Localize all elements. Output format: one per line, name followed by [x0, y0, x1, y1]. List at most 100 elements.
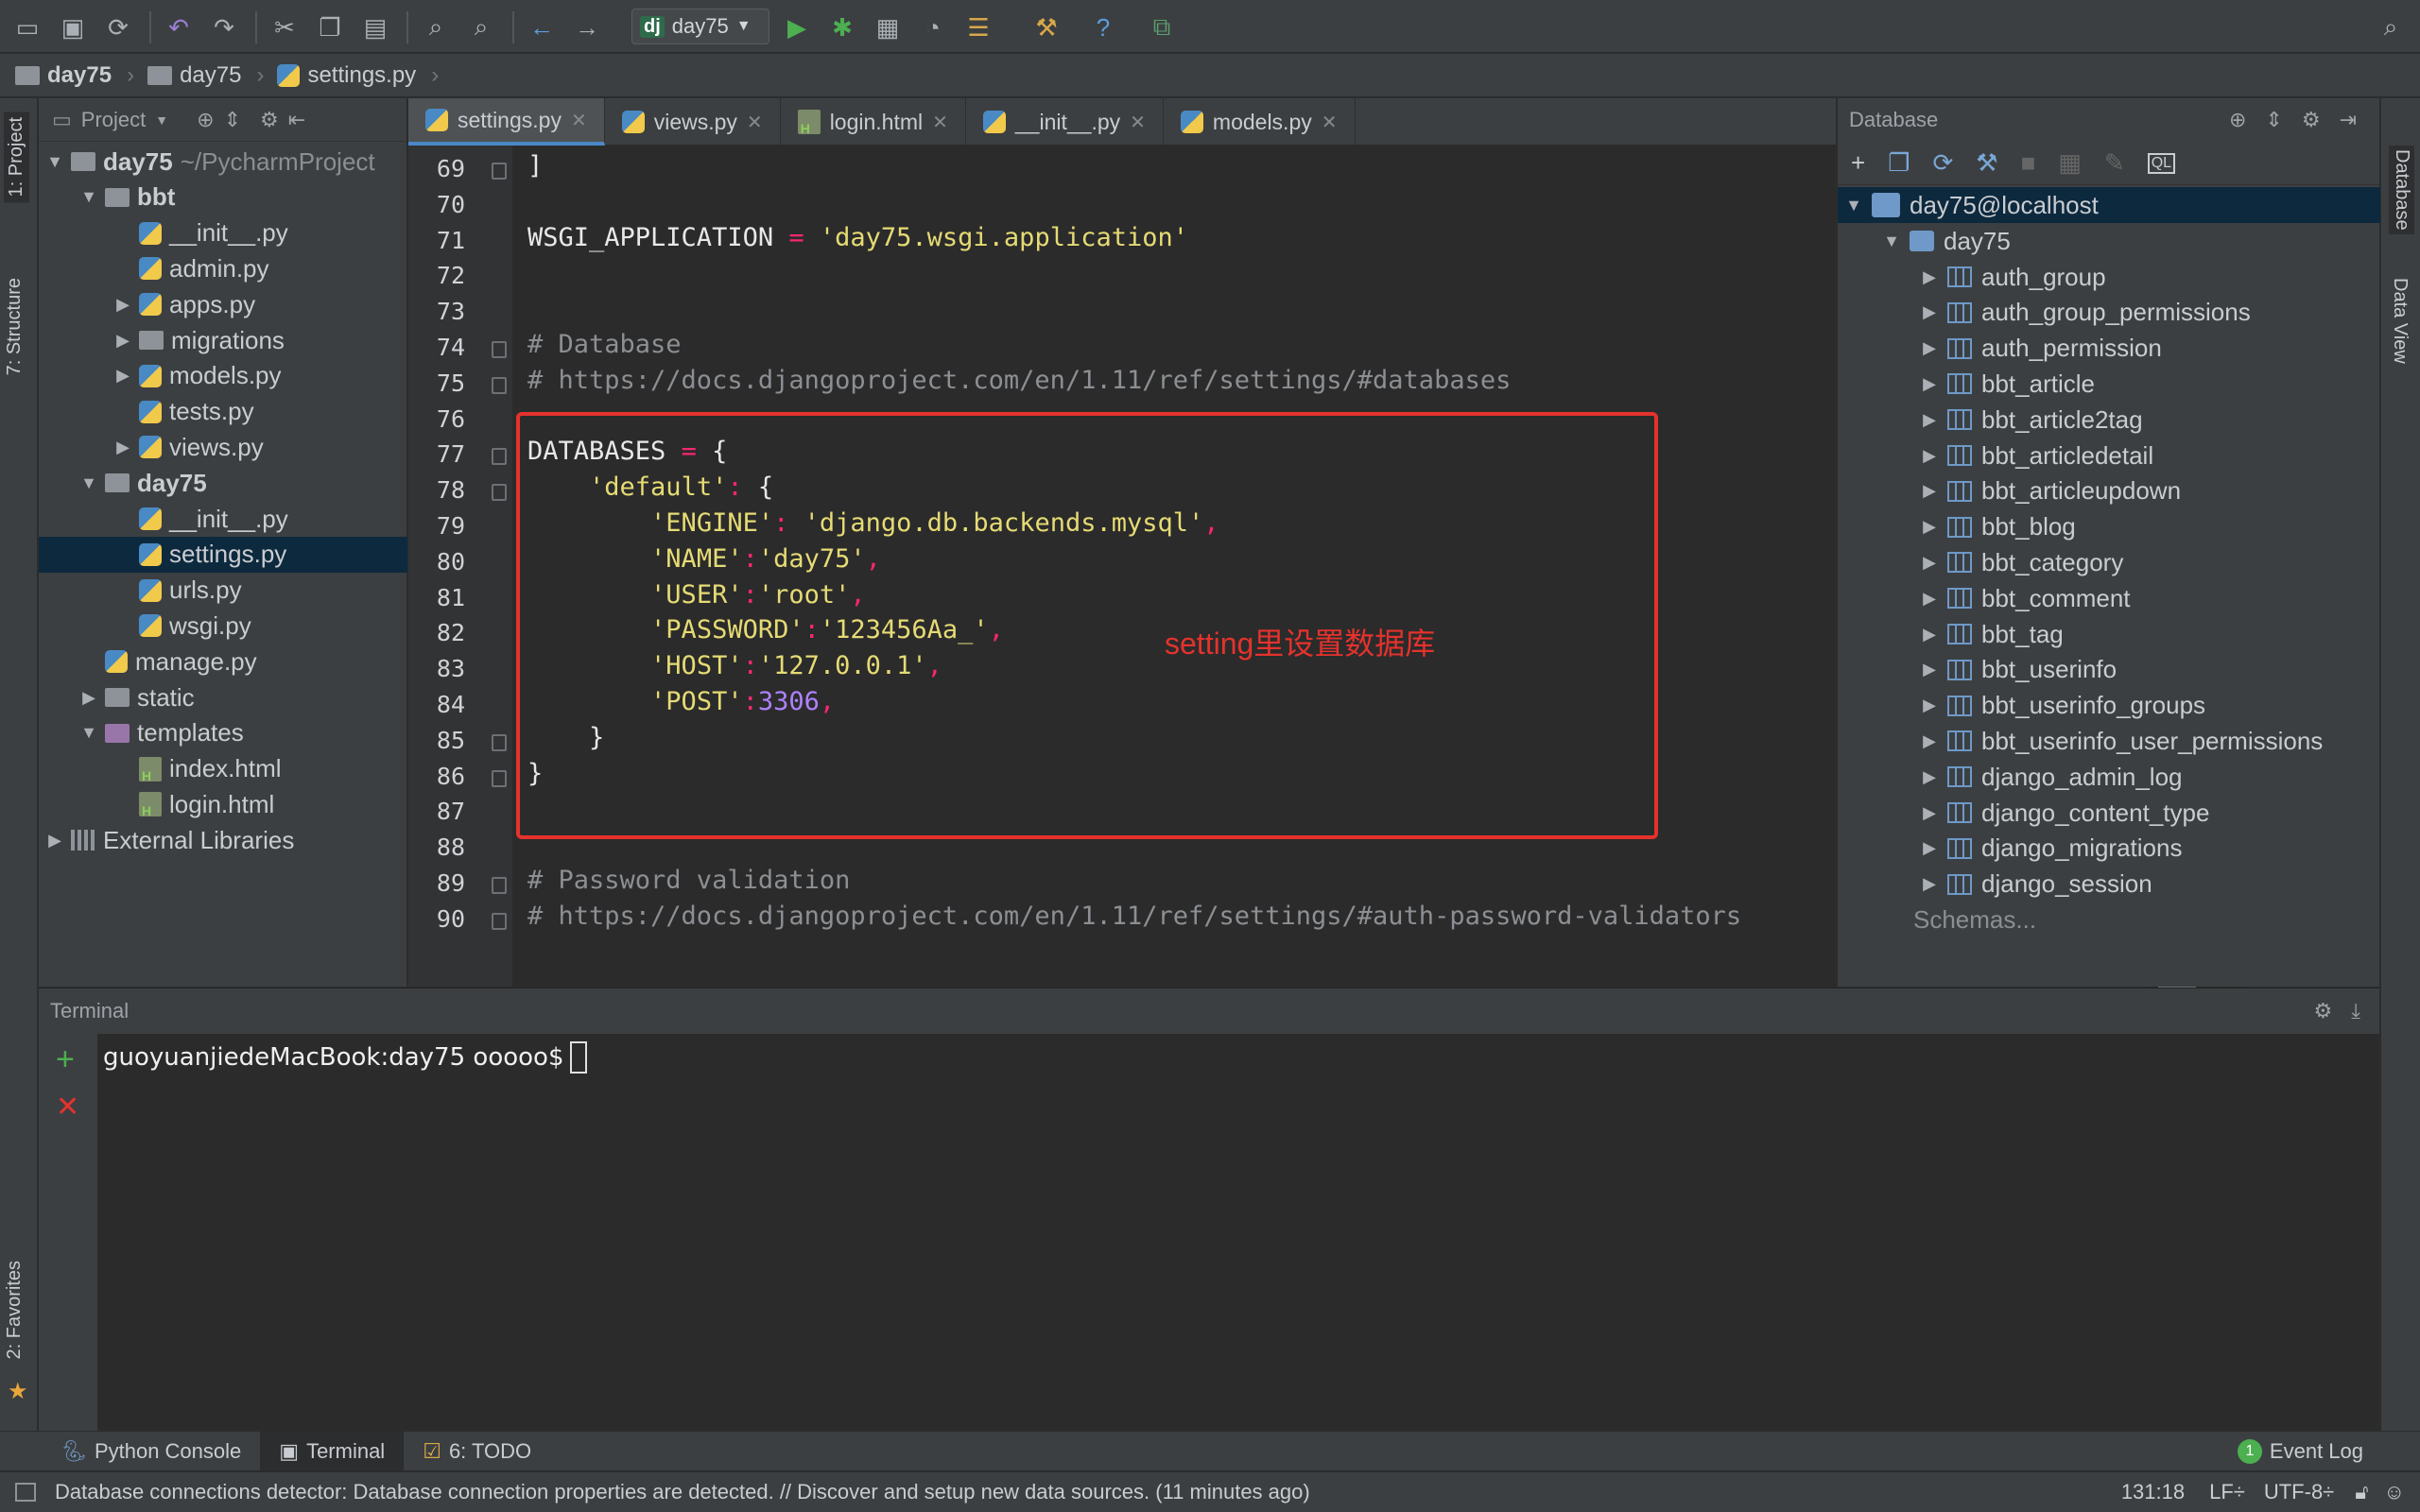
toggle-tool-windows-icon[interactable] — [15, 1483, 36, 1502]
fold-marker-icon[interactable] — [492, 484, 507, 502]
tree-item[interactable]: ▼ day75 — [39, 465, 407, 501]
tree-item[interactable]: manage.py — [39, 644, 407, 679]
refresh-icon[interactable]: ⟳ — [1933, 148, 1954, 178]
terminal-output[interactable]: guoyuanjiedeMacBook:day75 ooooo$ — [103, 1041, 587, 1074]
status-message[interactable]: Database connections detector: Database … — [55, 1480, 1310, 1504]
db-table[interactable]: ▶ auth_group_permissions — [1838, 295, 2380, 331]
tree-toggle-icon[interactable]: ▶ — [46, 831, 63, 850]
db-table[interactable]: ▶ django_migrations — [1838, 831, 2380, 867]
tree-item[interactable]: ▼ bbt — [39, 180, 407, 215]
schemas-link[interactable]: Schemas... — [1838, 902, 2380, 937]
tree-toggle-icon[interactable]: ▶ — [80, 688, 97, 708]
db-table[interactable]: ▶ bbt_userinfo_user_permissions — [1838, 723, 2380, 759]
back-icon[interactable]: ← — [526, 11, 558, 43]
db-table[interactable]: ▶ bbt_tag — [1838, 616, 2380, 652]
db-table[interactable]: ▶ bbt_article2tag — [1838, 402, 2380, 438]
hide-panel-icon[interactable]: ⇥ — [2340, 108, 2357, 132]
tree-item[interactable]: wsgi.py — [39, 608, 407, 644]
replace-icon[interactable]: ⌕ — [465, 11, 497, 43]
line-separator[interactable]: LF÷ — [2209, 1480, 2245, 1504]
fold-marker-icon[interactable] — [492, 733, 507, 751]
db-table[interactable]: ▶ django_content_type — [1838, 795, 2380, 831]
tree-item[interactable]: ▶ models.py — [39, 358, 407, 394]
fold-marker-icon[interactable] — [492, 163, 507, 180]
tree-toggle-icon[interactable]: ▶ — [1921, 660, 1938, 679]
bottom-tab[interactable]: ☑ 6: TODO — [404, 1432, 550, 1471]
vcs-icon[interactable]: ⧉ — [1146, 11, 1178, 43]
db-table[interactable]: ▶ auth_permission — [1838, 331, 2380, 367]
fold-marker-icon[interactable] — [492, 448, 507, 466]
db-table[interactable]: ▶ bbt_category — [1838, 544, 2380, 580]
tree-item[interactable]: login.html — [39, 786, 407, 822]
debug-icon[interactable]: ✱ — [826, 11, 858, 43]
sync-icon[interactable]: ⟳ — [102, 11, 134, 43]
bottom-tab[interactable]: ▣ Terminal — [260, 1431, 405, 1471]
tree-item[interactable]: __init__.py — [39, 215, 407, 251]
database-tool-tab[interactable]: Database — [2389, 146, 2414, 234]
find-icon[interactable]: ⌕ — [420, 11, 452, 43]
redo-icon[interactable]: ↷ — [208, 11, 240, 43]
profile-icon[interactable]: ◔ — [917, 11, 949, 43]
file-encoding[interactable]: UTF-8÷ — [2264, 1480, 2334, 1504]
tree-toggle-icon[interactable]: ▶ — [1921, 410, 1938, 430]
fold-marker-icon[interactable] — [492, 341, 507, 358]
tree-toggle-icon[interactable]: ▶ — [1921, 374, 1938, 394]
db-connection[interactable]: ▼ day75@localhost — [1838, 187, 2380, 223]
db-table[interactable]: ▶ django_admin_log — [1838, 759, 2380, 795]
tree-item[interactable]: __init__.py — [39, 501, 407, 537]
tree-toggle-icon[interactable]: ▶ — [1921, 446, 1938, 466]
edit-icon[interactable]: ✎ — [2104, 148, 2125, 178]
db-table[interactable]: ▶ bbt_userinfo_groups — [1838, 688, 2380, 724]
search-everywhere-icon[interactable]: ⌕ — [2375, 11, 2407, 43]
fold-marker-icon[interactable] — [492, 769, 507, 787]
tree-toggle-icon[interactable]: ▶ — [1921, 767, 1938, 787]
tree-toggle-icon[interactable]: ▶ — [1921, 517, 1938, 537]
tree-toggle-icon[interactable]: ▼ — [1883, 232, 1900, 251]
editor-tab[interactable]: settings.py ✕ — [408, 98, 605, 146]
gear-icon[interactable]: ⚙ — [2314, 999, 2333, 1023]
chevron-down-icon[interactable]: ▼ — [155, 112, 168, 128]
tree-toggle-icon[interactable]: ▶ — [1921, 302, 1938, 322]
data-view-tool-tab[interactable]: Data View — [2389, 278, 2411, 364]
caret-position[interactable]: 131:18 — [2121, 1480, 2185, 1504]
editor-tab[interactable]: login.html ✕ — [781, 98, 966, 146]
coverage-icon[interactable]: ▦ — [872, 11, 904, 43]
save-icon[interactable]: ▣ — [57, 11, 89, 43]
open-icon[interactable]: ▭ — [11, 11, 43, 43]
run-configuration-select[interactable]: dj day75 ▼ — [631, 9, 769, 44]
fold-marker-icon[interactable] — [492, 912, 507, 930]
close-session-icon[interactable]: ✕ — [56, 1091, 79, 1124]
collapse-all-icon[interactable]: ⇕ — [224, 108, 241, 132]
help-icon[interactable]: ? — [1087, 11, 1119, 43]
collapse-icon[interactable]: ⇕ — [2265, 108, 2282, 132]
db-table[interactable]: ▶ bbt_articleupdown — [1838, 473, 2380, 509]
tree-item[interactable]: ▶ static — [39, 679, 407, 715]
event-log-button[interactable]: 1 Event Log — [2237, 1438, 2363, 1464]
copy-icon[interactable]: ❐ — [1888, 148, 1910, 178]
tree-toggle-icon[interactable]: ▶ — [1921, 338, 1938, 358]
tree-toggle-icon[interactable]: ▶ — [1921, 267, 1938, 287]
tree-toggle-icon[interactable]: ▶ — [114, 331, 131, 351]
run-icon[interactable]: ▶ — [781, 11, 813, 43]
tree-toggle-icon[interactable]: ▶ — [1921, 803, 1938, 823]
db-schema[interactable]: ▼ day75 — [1838, 223, 2380, 259]
fold-marker-icon[interactable] — [492, 376, 507, 394]
tree-item[interactable]: ▼ day75 ~/PycharmProject — [39, 144, 407, 180]
project-panel-title[interactable]: Project — [81, 108, 146, 132]
tree-toggle-icon[interactable]: ▶ — [1921, 553, 1938, 573]
db-table[interactable]: ▶ bbt_articledetail — [1838, 438, 2380, 473]
tree-toggle-icon[interactable]: ▼ — [80, 723, 97, 743]
scroll-from-source-icon[interactable]: ⊕ — [197, 108, 214, 132]
editor-tab[interactable]: __init__.py ✕ — [966, 98, 1164, 146]
tree-toggle-icon[interactable]: ▼ — [80, 187, 97, 207]
tree-item[interactable]: ▼ templates — [39, 715, 407, 751]
tree-item[interactable]: ▶ apps.py — [39, 286, 407, 322]
db-table[interactable]: ▶ bbt_article — [1838, 366, 2380, 402]
hide-panel-icon[interactable]: ⇤ — [288, 108, 305, 132]
tree-item[interactable]: ▶ External Libraries — [39, 822, 407, 858]
gear-icon[interactable]: ⚙ — [260, 108, 279, 132]
properties-icon[interactable]: ⚒ — [1976, 148, 1997, 178]
tree-toggle-icon[interactable]: ▶ — [1921, 838, 1938, 858]
inspector-icon[interactable]: ☺ — [2384, 1480, 2405, 1504]
editor-tab[interactable]: models.py ✕ — [1164, 98, 1356, 146]
